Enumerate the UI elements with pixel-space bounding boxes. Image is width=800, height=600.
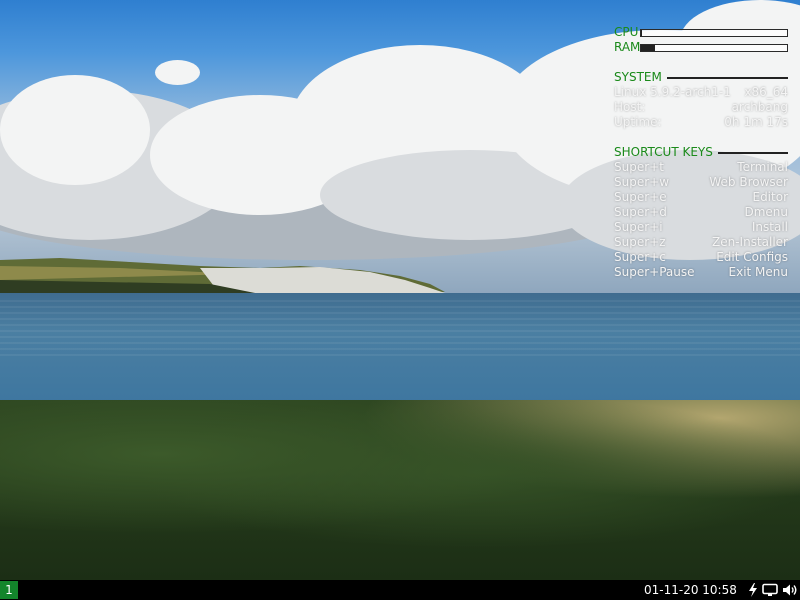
shortcut-action: Edit Configs [716,250,788,264]
foreground-bushes [0,400,800,580]
workspace-indicator[interactable]: 1 [0,581,18,599]
shortcut-action: Web Browser [709,175,788,189]
shortcut-row: Super+w Web Browser [614,175,788,190]
shortcut-action: Dmenu [744,205,788,219]
clock[interactable]: 01-11-20 10:58 [644,580,737,600]
system-heading-row: SYSTEM [614,70,788,85]
shortcut-key: Super+t [614,160,664,174]
shortcut-key: Super+e [614,190,667,204]
shortcut-key: Super+w [614,175,670,189]
ram-label: RAM [614,40,641,54]
shortcut-key: Super+d [614,205,667,219]
cloud [0,75,150,185]
system-heading: SYSTEM [614,70,662,84]
heading-rule [666,77,788,79]
uptime-label: Uptime: [614,115,662,129]
taskbar: 1 01-11-20 10:58 [0,580,800,600]
kernel-arch: x86_64 [744,85,788,99]
shortcut-key: Super+c [614,250,666,264]
shortcut-key: Super+z [614,235,666,249]
cpu-row: CPU [614,25,788,40]
shortcut-key: Super+Pause [614,265,695,279]
shortcut-action: Terminal [737,160,788,174]
shortcut-action: Install [751,220,788,234]
shortcut-row: Super+Pause Exit Menu [614,265,788,280]
ram-bar [640,43,788,52]
ram-row: RAM [614,40,788,55]
shortcut-row: Super+c Edit Configs [614,250,788,265]
shortcut-key: Super+i [614,220,663,234]
cloud [155,60,200,85]
shortcut-action: Zen-Installer [712,235,788,249]
conky-panel: CPU RAM SYSTEM Linux 5.9.2-arch1-1 x86_6… [614,25,788,280]
volume-icon[interactable] [782,583,798,597]
kernel-row: Linux 5.9.2-arch1-1 x86_64 [614,85,788,100]
kernel-version: Linux 5.9.2-arch1-1 [614,85,731,99]
host-label: Host: [614,100,646,114]
display-icon[interactable] [762,583,778,597]
system-tray [748,580,798,600]
host-value: archbang [731,100,788,114]
shortcuts-heading-row: SHORTCUT KEYS [614,145,788,160]
host-row: Host: archbang [614,100,788,115]
shortcut-row: Super+d Dmenu [614,205,788,220]
power-bolt-icon[interactable] [748,583,758,597]
uptime-row: Uptime: 0h 1m 17s [614,115,788,130]
heading-rule [717,152,788,154]
shortcut-action: Editor [752,190,788,204]
shortcut-action: Exit Menu [728,265,788,279]
cpu-bar [640,28,788,37]
shortcut-row: Super+e Editor [614,190,788,205]
cpu-bar-fill [641,29,643,36]
shortcut-row: Super+t Terminal [614,160,788,175]
shortcut-row: Super+i Install [614,220,788,235]
sea-shine [0,300,800,360]
shortcut-row: Super+z Zen-Installer [614,235,788,250]
ram-bar-fill [641,44,655,51]
uptime-value: 0h 1m 17s [724,115,788,129]
shortcuts-heading: SHORTCUT KEYS [614,145,713,159]
cpu-label: CPU [614,25,639,39]
